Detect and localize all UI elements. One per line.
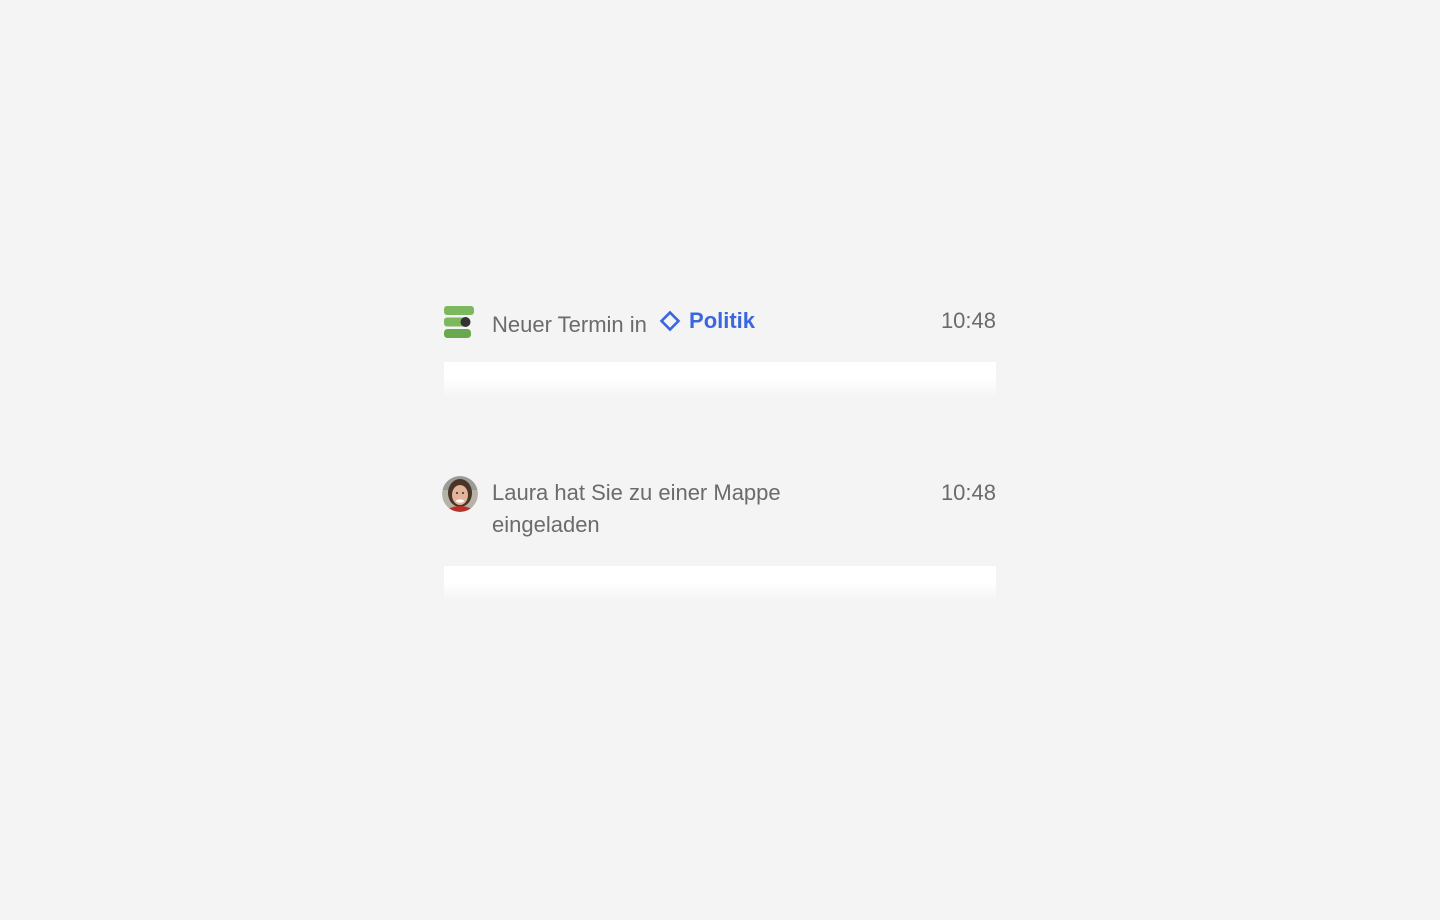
folder-name: Politik [689, 308, 756, 333]
folder-link[interactable]: Politik [659, 305, 755, 337]
notification-text: Neuer Termin in Politik [492, 298, 892, 341]
app-logo-icon [442, 304, 478, 340]
avatar [442, 476, 478, 512]
notification-time: 10:48 [940, 480, 996, 505]
notification-message: Laura hat Sie zu einer Mappe eingeladen [492, 480, 781, 537]
notification-feed: Neuer Termin in Politik 10:48 Laura hat … [442, 298, 996, 610]
notification-preview-card[interactable] [444, 362, 996, 398]
notification-item[interactable]: Neuer Termin in Politik 10:48 [442, 298, 996, 470]
notification-item[interactable]: Laura hat Sie zu einer Mappe eingeladen … [442, 470, 996, 610]
notification-preview-card[interactable] [444, 566, 996, 602]
notification-time: 10:48 [940, 308, 996, 333]
diamond-icon [659, 310, 681, 332]
notification-text: Laura hat Sie zu einer Mappe eingeladen [492, 470, 892, 541]
notification-message: Neuer Termin in [492, 312, 647, 337]
